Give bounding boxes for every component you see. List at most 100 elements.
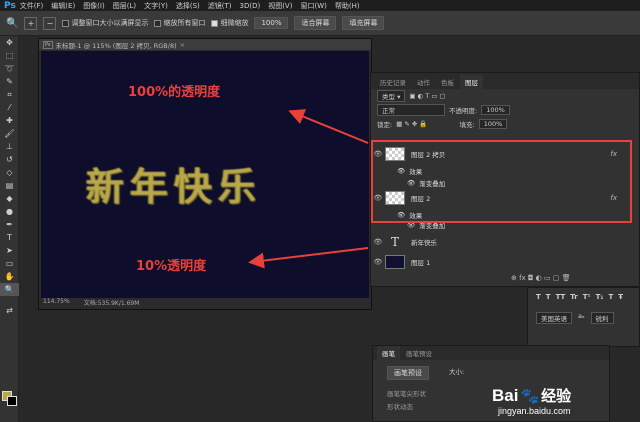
menu-image[interactable]: 图像(I) <box>83 1 105 11</box>
fill-input[interactable]: 100% <box>478 119 508 129</box>
resize-windows-checkbox[interactable]: 调整窗口大小以满屏显示 <box>62 18 148 28</box>
faux-bold-button[interactable]: T <box>536 293 541 301</box>
visibility-eye-icon[interactable]: 👁 <box>371 238 385 246</box>
layer-name: 新年快乐 <box>411 239 437 247</box>
status-doc-size: 文档:535.9K/1.69M <box>83 300 140 307</box>
small-caps-button[interactable]: Tr <box>570 293 577 301</box>
language-select[interactable]: 美国英语 <box>536 312 572 324</box>
annotation-top: 100%的透明度 <box>128 85 221 100</box>
filter-icons[interactable]: ▣ ◐ T ▭ ▢ <box>409 92 445 100</box>
zoom-in-icon[interactable]: + <box>24 16 38 30</box>
zoom-tool-icon[interactable]: 🔍 <box>6 18 18 29</box>
shape-tool-icon[interactable]: ▭ <box>0 257 19 270</box>
strikethrough-button[interactable]: Ŧ <box>618 293 623 301</box>
stamp-tool-icon[interactable]: ⊥ <box>0 140 19 153</box>
document-tab[interactable]: Ps 未标题-1 @ 115% (图层 2 拷贝, RGB/8) × <box>39 39 371 50</box>
visibility-eye-icon[interactable]: 👁 <box>371 258 385 266</box>
tab-actions[interactable]: 动作 <box>412 75 435 89</box>
tab-brush[interactable]: 画笔 <box>377 346 400 360</box>
menu-select[interactable]: 选择(S) <box>176 1 200 11</box>
tab-layers[interactable]: 图层 <box>460 75 483 89</box>
paw-icon: 🐾 <box>520 387 540 405</box>
annotation-bottom: 10%透明度 <box>136 259 207 274</box>
filter-row: 类型 ▾ ▣ ◐ T ▭ ▢ <box>371 89 639 103</box>
blend-row: 正常 不透明度: 100% <box>371 103 639 117</box>
swap-colors-icon[interactable]: ⇄ <box>0 304 19 317</box>
menu-layer[interactable]: 图层(L) <box>113 1 136 11</box>
crop-tool-icon[interactable]: ⌗ <box>0 88 19 101</box>
lock-icons[interactable]: ▦ ✎ ✥ 🔒 <box>396 120 427 128</box>
menu-window[interactable]: 窗口(W) <box>300 1 326 11</box>
document-title: 未标题-1 @ 115% (图层 2 拷贝, RGB/8) <box>55 41 177 50</box>
marquee-tool-icon[interactable]: ⬚ <box>0 49 19 62</box>
history-brush-tool-icon[interactable]: ↺ <box>0 153 19 166</box>
watermark-brand: Bai <box>492 385 519 405</box>
antialias-select[interactable]: 锐利 <box>590 312 614 324</box>
faux-italic-button[interactable]: T <box>546 293 551 301</box>
scrubby-zoom-label: 细微缩放 <box>220 19 249 27</box>
tab-swatches[interactable]: 色板 <box>436 75 459 89</box>
zoom-all-label: 缩放所有窗口 <box>163 19 206 27</box>
zoom-out-icon[interactable]: − <box>43 16 57 30</box>
move-tool-icon[interactable]: ✥ <box>0 36 19 49</box>
fill-screen-button[interactable]: 填充屏幕 <box>342 16 385 30</box>
type-layer-icon: T <box>390 235 399 249</box>
kind-filter-select[interactable]: 类型 ▾ <box>377 90 406 102</box>
scrubby-zoom-checkbox[interactable]: 细微缩放 <box>211 18 248 28</box>
eraser-tool-icon[interactable]: ◇ <box>0 166 19 179</box>
layer-row[interactable]: 👁 T 新年快乐 <box>371 233 631 251</box>
menu-type[interactable]: 文字(Y) <box>144 1 168 11</box>
watermark-url: jingyan.baidu.com <box>498 406 571 416</box>
kind-label: 类型 <box>382 93 395 101</box>
quick-select-tool-icon[interactable]: ✎ <box>0 75 19 88</box>
menu-view[interactable]: 视图(V) <box>268 1 292 11</box>
dodge-tool-icon[interactable]: ● <box>0 205 19 218</box>
size-label: 大小: <box>449 368 465 376</box>
brush-presets-button[interactable]: 画笔预设 <box>387 366 429 380</box>
highlight-box <box>371 140 632 223</box>
zoom-tool-active-icon[interactable]: 🔍 <box>0 283 19 296</box>
tools-panel: ✥ ⬚ ➰ ✎ ⌗ ⁄ ✚ 🖌 ⊥ ↺ ◇ ▤ ◆ ● ✒ T ➤ ▭ ✋ 🔍 … <box>0 36 19 422</box>
menu-bar: Ps 文件(F) 编辑(E) 图像(I) 图层(L) 文字(Y) 选择(S) 滤… <box>0 0 640 11</box>
lasso-tool-icon[interactable]: ➰ <box>0 62 19 75</box>
underline-button[interactable]: T <box>608 293 613 301</box>
type-tool-icon[interactable]: T <box>0 231 19 244</box>
zoom-all-windows-checkbox[interactable]: 缩放所有窗口 <box>154 18 205 28</box>
layer-row[interactable]: 👁 图层 1 <box>371 253 631 271</box>
path-select-tool-icon[interactable]: ➤ <box>0 244 19 257</box>
layers-bottom-icons[interactable]: ⊕ fx ◘ ◐ ▭ ▢ 🗑 <box>511 274 571 282</box>
subscript-button[interactable]: T₁ <box>596 293 604 301</box>
hand-tool-icon[interactable]: ✋ <box>0 270 19 283</box>
menu-edit[interactable]: 编辑(E) <box>51 1 75 11</box>
status-zoom[interactable]: 114.75% <box>43 298 70 307</box>
zoom-100-button[interactable]: 100% <box>254 17 289 29</box>
gradient-tool-icon[interactable]: ▤ <box>0 179 19 192</box>
layer-thumbnail <box>385 255 405 269</box>
blur-tool-icon[interactable]: ◆ <box>0 192 19 205</box>
menu-filter[interactable]: 滤镜(T) <box>208 1 232 11</box>
eyedropper-tool-icon[interactable]: ⁄ <box>0 101 19 114</box>
all-caps-button[interactable]: TT <box>556 293 566 301</box>
opacity-label: 不透明度: <box>449 107 478 115</box>
canvas[interactable]: 100%的透明度 新年快乐 10%透明度 <box>41 51 369 298</box>
character-panel: T T TT Tr T¹ T₁ T Ŧ 美国英语 aₐ 锐利 <box>527 287 640 347</box>
background-color-swatch[interactable] <box>7 396 17 406</box>
tab-history[interactable]: 历史记录 <box>375 75 411 89</box>
layer-name: 图层 1 <box>411 259 431 267</box>
tab-brush-presets[interactable]: 画笔预设 <box>401 346 437 360</box>
brush-panel-tabs: 画笔 画笔预设 <box>373 346 609 360</box>
opacity-input[interactable]: 100% <box>481 105 510 115</box>
menu-help[interactable]: 帮助(H) <box>335 1 360 11</box>
superscript-button[interactable]: T¹ <box>583 293 591 301</box>
watermark-brand2: 经验 <box>541 388 572 405</box>
healing-tool-icon[interactable]: ✚ <box>0 114 19 127</box>
blend-mode-select[interactable]: 正常 <box>377 104 445 116</box>
close-document-icon[interactable]: × <box>180 41 185 49</box>
brush-tool-icon[interactable]: 🖌 <box>0 127 19 140</box>
menu-file[interactable]: 文件(F) <box>20 1 44 11</box>
pen-tool-icon[interactable]: ✒ <box>0 218 19 231</box>
options-bar: 🔍 + − 调整窗口大小以满屏显示 缩放所有窗口 细微缩放 100% 适合屏幕 … <box>0 11 640 36</box>
fit-screen-button[interactable]: 适合屏幕 <box>294 16 337 30</box>
menu-3d[interactable]: 3D(D) <box>240 2 261 10</box>
photoshop-logo: Ps <box>4 0 16 11</box>
